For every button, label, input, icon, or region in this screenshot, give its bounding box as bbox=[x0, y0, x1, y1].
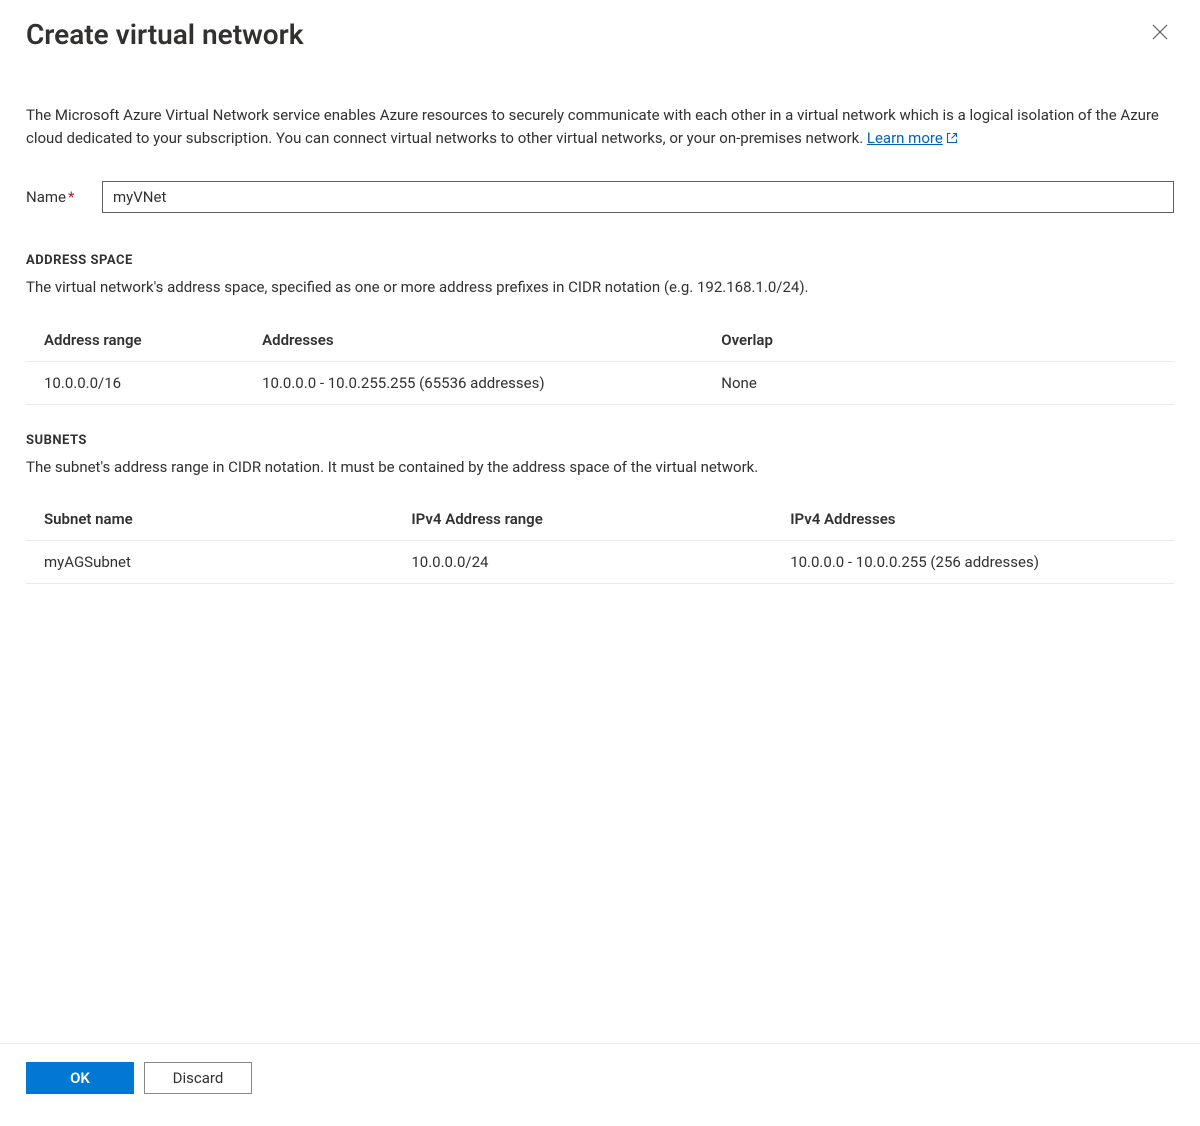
close-icon bbox=[1152, 28, 1168, 43]
name-input[interactable] bbox=[102, 181, 1174, 213]
ok-button[interactable]: OK bbox=[26, 1062, 134, 1094]
close-button[interactable] bbox=[1146, 18, 1174, 46]
subnet-addresses-cell: 10.0.0.0 - 10.0.0.255 (256 addresses) bbox=[772, 541, 1174, 584]
subnets-section-title: SUBNETS bbox=[26, 433, 1174, 448]
sub-col-range: IPv4 Address range bbox=[393, 500, 772, 541]
address-space-section-desc: The virtual network's address space, spe… bbox=[26, 276, 1174, 299]
sub-col-name: Subnet name bbox=[26, 500, 393, 541]
learn-more-link[interactable]: Learn more bbox=[867, 129, 958, 147]
addr-overlap-cell: None bbox=[703, 361, 1174, 404]
table-row[interactable]: 10.0.0.0/16 10.0.0.0 - 10.0.255.255 (655… bbox=[26, 361, 1174, 404]
addr-col-addresses: Addresses bbox=[244, 321, 703, 362]
subnet-range-cell: 10.0.0.0/24 bbox=[393, 541, 772, 584]
page-title: Create virtual network bbox=[26, 18, 304, 52]
subnets-table: Subnet name IPv4 Address range IPv4 Addr… bbox=[26, 500, 1174, 584]
sub-col-addresses: IPv4 Addresses bbox=[772, 500, 1174, 541]
intro-paragraph: The Microsoft Azure Virtual Network serv… bbox=[26, 104, 1174, 152]
addr-range-cell: 10.0.0.0/16 bbox=[26, 361, 244, 404]
name-label: Name* bbox=[26, 188, 90, 206]
addr-col-overlap: Overlap bbox=[703, 321, 1174, 362]
external-link-icon bbox=[946, 128, 958, 151]
table-row[interactable]: myAGSubnet 10.0.0.0/24 10.0.0.0 - 10.0.0… bbox=[26, 541, 1174, 584]
address-space-section-title: ADDRESS SPACE bbox=[26, 253, 1174, 268]
address-space-table: Address range Addresses Overlap 10.0.0.0… bbox=[26, 321, 1174, 405]
required-indicator: * bbox=[68, 188, 74, 206]
subnet-name-cell: myAGSubnet bbox=[26, 541, 393, 584]
footer-actions: OK Discard bbox=[0, 1043, 1200, 1126]
intro-text: The Microsoft Azure Virtual Network serv… bbox=[26, 106, 1159, 147]
subnets-section-desc: The subnet's address range in CIDR notat… bbox=[26, 456, 1174, 479]
addr-addresses-cell: 10.0.0.0 - 10.0.255.255 (65536 addresses… bbox=[244, 361, 703, 404]
addr-col-range: Address range bbox=[26, 321, 244, 362]
discard-button[interactable]: Discard bbox=[144, 1062, 252, 1094]
